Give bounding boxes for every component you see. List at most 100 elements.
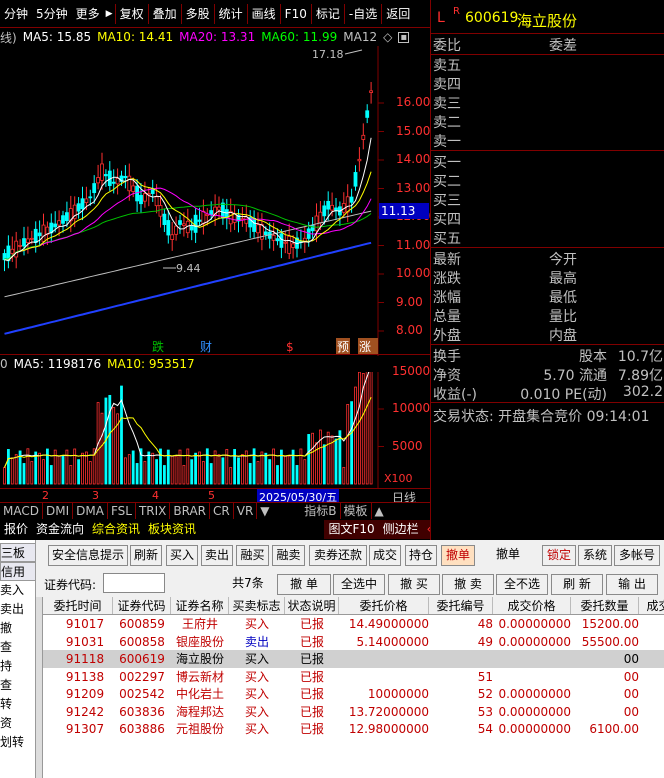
toolbar-watchlist[interactable]: -自选	[345, 0, 381, 28]
side-nav-item[interactable]: 撤	[0, 619, 35, 636]
toolbar-button-13[interactable]: 多帐号	[614, 545, 660, 566]
tab-brar[interactable]: BRAR	[170, 503, 211, 519]
toolbar-button-3[interactable]: 卖出	[201, 545, 233, 566]
chevron-down-icon[interactable]: ▶	[104, 0, 115, 28]
side-nav-item[interactable]: 查	[0, 676, 35, 693]
toolbar-button-1[interactable]: 刷新	[130, 545, 162, 566]
column-header[interactable]: 状态说明	[285, 597, 339, 614]
table-row[interactable]: 91209 002542 中化岩土 买入 已报 10000000 52 0.00000000 0…	[43, 685, 664, 703]
event-marker-cai[interactable]: 财	[200, 340, 212, 354]
order-action-5[interactable]: 全不选	[496, 574, 548, 595]
event-marker-zhang[interactable]: 涨	[359, 339, 371, 354]
cell-side: 卖出	[244, 634, 269, 649]
diamond-icon[interactable]: ◇	[383, 30, 392, 44]
tab-dmi[interactable]: DMI	[43, 503, 74, 519]
toolbar-button-11[interactable]: 锁定	[542, 545, 576, 566]
candle-body	[369, 90, 374, 93]
side-nav-item[interactable]: 卖出	[0, 600, 35, 617]
order-action-2[interactable]: 全选中	[333, 574, 385, 595]
side-nav-item[interactable]: 资	[0, 714, 35, 731]
toolbar-draw[interactable]: 画线	[248, 0, 280, 28]
column-header[interactable]: 证券名称	[171, 597, 229, 614]
toolbar-more[interactable]: 更多	[72, 0, 104, 28]
volume-bar	[283, 455, 287, 485]
side-nav-item[interactable]: 持	[0, 657, 35, 674]
toolbar-button-0[interactable]: 安全信息提示	[48, 545, 128, 566]
code-input[interactable]	[103, 573, 165, 593]
side-nav-item[interactable]: 划转	[0, 733, 35, 750]
tab-fsl[interactable]: FSL	[108, 503, 136, 519]
toolbar-stats[interactable]: 统计	[215, 0, 247, 28]
side-nav-item[interactable]: 卖入	[0, 581, 35, 598]
candle-body	[18, 245, 23, 247]
toolbar-button-10[interactable]: 撤单	[477, 545, 539, 566]
toolbar-button-7[interactable]: 成交	[369, 545, 401, 566]
table-row[interactable]: 91017 600859 王府井 买入 已报 14.49000000 48 0.0000000…	[43, 615, 664, 633]
order-action-3[interactable]: 撤 买	[388, 574, 440, 595]
column-header[interactable]: 成交	[639, 597, 664, 614]
tab-news[interactable]: 综合资讯	[88, 520, 144, 539]
chevron-up-icon[interactable]: ▲	[372, 503, 387, 519]
toolbar-button-12[interactable]: 系统	[578, 545, 612, 566]
tab-f10[interactable]: 图文F10	[324, 520, 379, 539]
candlestick-chart[interactable]: 17.18 9.44 跌 财 $ 预 涨	[0, 46, 430, 356]
tab-dma[interactable]: DMA	[73, 503, 108, 519]
tab-macd[interactable]: MACD	[0, 503, 43, 519]
table-row[interactable]: ✔91118600619海立股份买入已报00	[43, 650, 664, 668]
tab-trix[interactable]: TRIX	[136, 503, 171, 519]
tab-quote[interactable]: 报价	[0, 520, 32, 539]
vol-unit: X100	[384, 472, 413, 485]
side-nav-item[interactable]: 信用	[0, 562, 35, 581]
tab-vr[interactable]: VR	[234, 503, 258, 519]
tab-sector-news[interactable]: 板块资讯	[144, 520, 200, 539]
tab-sidebar[interactable]: 侧边栏	[378, 520, 423, 539]
column-header[interactable]: 成交价格	[493, 597, 571, 614]
toolbar-5min[interactable]: 5分钟	[32, 0, 72, 28]
toolbar-overlay[interactable]: 叠加	[149, 0, 181, 28]
order-action-1[interactable]: 撤 单	[277, 574, 331, 595]
event-marker-die[interactable]: 跌	[152, 339, 164, 354]
table-row[interactable]: ✔91031600858银座股份卖出已报5.14000000490.000000…	[43, 633, 664, 651]
tab-indicator-b[interactable]: 指标B	[301, 503, 341, 519]
tab-cr[interactable]: CR	[210, 503, 234, 519]
orders-table: 委托时间证券代码证券名称买卖标志状态说明委托价格委托编号成交价格委托数量成交 9…	[43, 597, 664, 778]
column-header[interactable]: 委托编号	[429, 597, 493, 614]
toolbar-multi[interactable]: 多股	[182, 0, 214, 28]
volume-chart[interactable]	[0, 372, 430, 488]
candle-body	[158, 205, 163, 217]
event-marker-yu[interactable]: 预	[337, 340, 349, 354]
event-marker-dollar[interactable]: $	[286, 340, 294, 354]
side-nav-item[interactable]: 三板	[0, 543, 35, 562]
tab-template[interactable]: 模板	[341, 503, 372, 519]
column-header[interactable]: 委托数量	[571, 597, 639, 614]
side-nav-item[interactable]: 转	[0, 695, 35, 712]
collapse-icon[interactable]: ▪	[398, 31, 410, 43]
column-header[interactable]: 委托时间	[43, 597, 113, 614]
volume-bar	[26, 448, 30, 485]
toolbar-button-2[interactable]: 买入	[166, 545, 198, 566]
side-nav-item[interactable]: 查	[0, 638, 35, 655]
toolbar-back[interactable]: 返回	[382, 0, 414, 28]
toolbar-mark[interactable]: 标记	[312, 0, 344, 28]
tab-fund-flow[interactable]: 资金流向	[32, 520, 88, 539]
column-header[interactable]: 买卖标志	[229, 597, 285, 614]
table-row[interactable]: 91138 002297 博云新材 买入 已报 51 00	[43, 668, 664, 686]
order-action-7[interactable]: 输 出	[606, 574, 658, 595]
toolbar-button-5[interactable]: 融卖	[272, 545, 305, 566]
chevron-down-icon[interactable]: ▼	[257, 503, 301, 519]
toolbar-button-9[interactable]: 撤单	[441, 545, 475, 566]
scrollbar[interactable]	[36, 597, 43, 778]
order-action-4[interactable]: 撤 卖	[442, 574, 494, 595]
toolbar-button-8[interactable]: 持仓	[405, 545, 437, 566]
order-action-6[interactable]: 刷 新	[551, 574, 603, 595]
cell-qty: 00	[623, 652, 639, 666]
toolbar-minute[interactable]: 分钟	[0, 0, 32, 28]
table-row[interactable]: 91242 603836 海程邦达 买入 已报 13.72000000 53 0.000000…	[43, 703, 664, 721]
column-header[interactable]: 委托价格	[339, 597, 429, 614]
toolbar-button-4[interactable]: 融买	[236, 545, 269, 566]
toolbar-fuquan[interactable]: 复权	[116, 0, 148, 28]
toolbar-button-6[interactable]: 卖券还款	[309, 545, 367, 566]
toolbar-f10[interactable]: F10	[281, 0, 311, 28]
column-header[interactable]: 证券代码	[113, 597, 171, 614]
table-row[interactable]: 91307 603886 元祖股份 买入 已报 12.98000000 54 0.000000…	[43, 720, 664, 738]
